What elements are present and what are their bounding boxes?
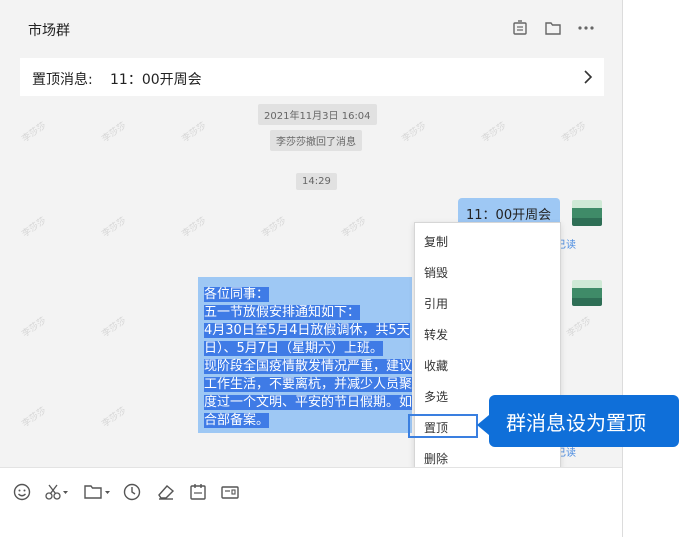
watermark: 李莎莎 [100, 405, 129, 430]
watermark: 李莎莎 [20, 405, 49, 430]
avatar[interactable] [572, 200, 602, 226]
pinned-label: 置顶消息: [32, 72, 93, 88]
selected-message[interactable]: 各位同事： 五一节放假安排通知如下： 4月30日至5月4日放假调休，共5天 日）… [198, 277, 412, 433]
card-icon[interactable] [220, 482, 242, 502]
watermark: 李莎莎 [180, 215, 209, 240]
menu-item-forward[interactable]: 转发 [424, 326, 448, 343]
calendar-icon[interactable] [188, 482, 210, 502]
folder-icon[interactable] [83, 482, 113, 502]
announcement-icon[interactable] [510, 18, 530, 38]
group-title: 市场群 [28, 23, 70, 39]
watermark: 李莎莎 [340, 215, 369, 240]
highlight-box [408, 414, 478, 438]
notice-line: 4月30日至5月4日放假调休，共5天 [204, 323, 410, 338]
watermark: 李莎莎 [565, 315, 594, 340]
callout-box: 群消息设为置顶 [489, 395, 679, 447]
time-divider: 14:29 [296, 173, 337, 190]
menu-item-favorite[interactable]: 收藏 [424, 357, 448, 374]
date-divider: 2021年11月3日 16:04 [258, 104, 377, 125]
watermark: 李莎莎 [100, 215, 129, 240]
notice-line: 现阶段全国疫情散发情况严重，建议 [204, 359, 412, 374]
menu-item-quote[interactable]: 引用 [424, 295, 448, 312]
watermark: 李莎莎 [400, 120, 429, 145]
menu-item-destroy[interactable]: 销毁 [424, 264, 448, 281]
watermark: 李莎莎 [180, 120, 209, 145]
watermark: 李莎莎 [480, 120, 509, 145]
watermark: 李莎莎 [20, 215, 49, 240]
folder-icon[interactable] [543, 18, 563, 38]
notice-line: 合部备案。 [204, 413, 270, 428]
notice-line: 工作生活，不要离杭，并减少人员聚 [204, 377, 412, 392]
message-text: 11：00开周会 [466, 208, 552, 223]
watermark: 李莎莎 [260, 215, 289, 240]
notice-line: 各位同事： [204, 287, 270, 302]
avatar[interactable] [572, 280, 602, 306]
chat-header: 市场群 [0, 0, 622, 56]
menu-item-copy[interactable]: 复制 [424, 233, 448, 250]
notice-line: 日）、5月7日（星期六）上班。 [204, 341, 384, 356]
more-icon[interactable] [576, 18, 596, 38]
clock-icon[interactable] [122, 482, 144, 502]
chat-panel: 市场群 置顶消息: 11：00开周会 李莎莎 李莎莎 李莎莎 李莎莎 李莎莎 李… [0, 0, 622, 538]
eraser-icon[interactable] [156, 482, 178, 502]
input-toolbar [0, 467, 622, 538]
chevron-right-icon[interactable] [582, 69, 594, 89]
menu-item-pin[interactable]: 置顶 [408, 414, 478, 438]
pinned-message-bar[interactable]: 置顶消息: 11：00开周会 [20, 58, 604, 96]
recall-notice: 李莎莎撤回了消息 [270, 130, 362, 151]
notice-line: 五一节放假安排通知如下： [204, 305, 361, 320]
panel-border [622, 0, 623, 537]
callout-arrow [477, 415, 489, 435]
emoji-icon[interactable] [12, 482, 34, 502]
watermark: 李莎莎 [20, 120, 49, 145]
watermark: 李莎莎 [100, 120, 129, 145]
watermark: 李莎莎 [100, 315, 129, 340]
callout-text: 群消息设为置顶 [506, 411, 646, 435]
pinned-text: 11：00开周会 [110, 72, 202, 88]
menu-item-multiselect[interactable]: 多选 [424, 388, 448, 405]
menu-item-delete[interactable]: 删除 [424, 450, 448, 467]
notice-line: 度过一个文明、平安的节日假期。如 [204, 395, 412, 410]
watermark: 李莎莎 [20, 315, 49, 340]
watermark: 李莎莎 [560, 120, 589, 145]
scissors-icon[interactable] [44, 482, 70, 502]
